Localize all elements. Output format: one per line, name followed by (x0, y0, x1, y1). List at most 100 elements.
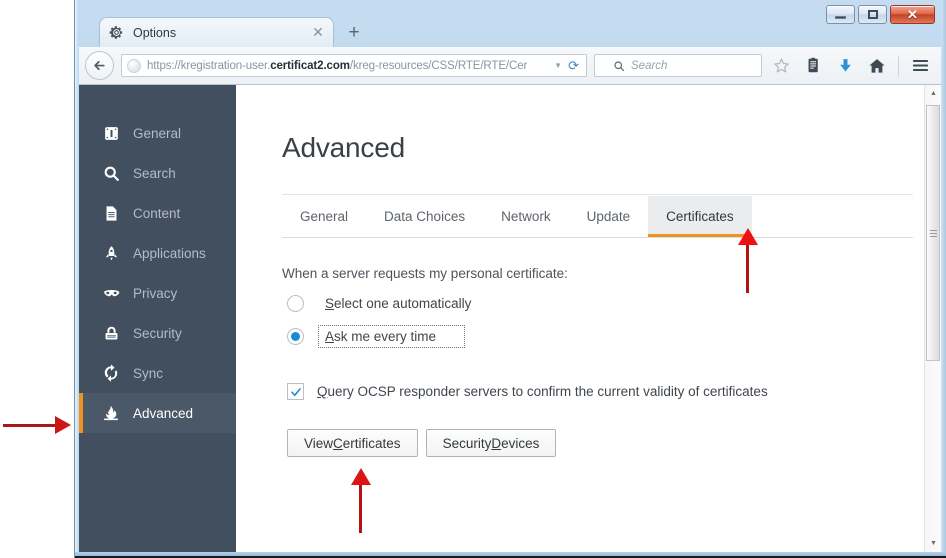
radio-row-select-automatically[interactable]: Select one automatically (282, 293, 941, 314)
scrollbar-thumb[interactable] (926, 105, 940, 361)
radio-row-ask-every-time[interactable]: Ask me every time (282, 325, 941, 348)
tab-title: Options (133, 25, 177, 40)
general-icon (101, 123, 121, 143)
screenshot-root: ✕ Options ✕ + https://kregistration-user… (0, 0, 946, 558)
chevron-down-icon[interactable]: ▼ (554, 61, 562, 70)
options-pane: Advanced General Data Choices Network Up… (236, 85, 941, 552)
search-icon (101, 163, 121, 183)
sidebar-item-privacy[interactable]: Privacy (79, 273, 236, 313)
browser-tab-options[interactable]: Options ✕ (99, 17, 334, 47)
tab-close-icon[interactable]: ✕ (311, 25, 325, 40)
scroll-down-arrow-icon[interactable]: ▼ (925, 535, 941, 552)
accel-key: S (325, 296, 335, 311)
certificate-buttons: View Certificates Security Devices (287, 429, 941, 457)
downloads-icon[interactable] (830, 52, 860, 80)
page-title: Advanced (282, 132, 405, 163)
label-rest: uery OCSP responder servers to confirm t… (327, 384, 768, 399)
checkbox-label-query-ocsp: Query OCSP responder servers to confirm … (317, 384, 768, 399)
sidebar-item-general[interactable]: General (79, 113, 236, 153)
scroll-up-arrow-icon[interactable]: ▲ (925, 85, 941, 102)
sidebar-item-security[interactable]: Security (79, 313, 236, 353)
library-icon[interactable] (798, 52, 828, 80)
accel-key: D (491, 435, 502, 451)
view-certificates-button[interactable]: View Certificates (287, 429, 418, 457)
checkbox-row-ocsp[interactable]: Query OCSP responder servers to confirm … (282, 383, 941, 400)
accel-key: C (333, 435, 343, 451)
sidebar-item-advanced[interactable]: Advanced (79, 393, 236, 433)
annotation-arrow-view-certificates-head (351, 468, 371, 485)
privacy-mask-icon (101, 283, 121, 303)
url-prefix: https://kregistration-user. (147, 59, 271, 72)
label-rest: sk me every time (334, 329, 437, 344)
sidebar-item-label: Applications (133, 245, 206, 261)
sidebar-item-label: Security (133, 325, 182, 341)
sidebar-item-label: Search (133, 165, 176, 181)
content-scrollbar[interactable]: ▲ ▼ (924, 85, 941, 552)
annotation-arrow-advanced-head (55, 416, 71, 434)
label-post: evices (501, 435, 540, 451)
navigation-toolbar: https://kregistration-user.certificat2.c… (79, 47, 941, 85)
security-devices-button[interactable]: Security Devices (425, 429, 557, 457)
search-placeholder: Search (631, 59, 668, 72)
window-frame-bottom (75, 552, 946, 558)
security-lock-icon (101, 323, 121, 343)
label-pre: Security (442, 435, 492, 451)
sidebar-item-label: Advanced (133, 405, 194, 421)
accel-key: A (325, 329, 335, 344)
checkmark-icon (290, 387, 301, 396)
annotation-arrow-certificates-head (738, 228, 758, 245)
sidebar-item-sync[interactable]: Sync (79, 353, 236, 393)
accel-key: Q (317, 384, 328, 399)
site-favicon-icon (127, 58, 141, 73)
url-bar[interactable]: https://kregistration-user.certificat2.c… (121, 54, 587, 77)
pane-tab-bar: General Data Choices Network Update Cert… (282, 194, 913, 238)
tab-data-choices[interactable]: Data Choices (366, 196, 483, 237)
sidebar-item-label: General (133, 125, 182, 141)
annotation-arrow-view-certificates-shaft (359, 483, 362, 533)
scrollbar-grip-icon (929, 228, 937, 239)
bookmark-star-icon[interactable] (766, 52, 796, 80)
new-tab-button[interactable]: + (341, 21, 367, 45)
search-bar[interactable]: Search (594, 54, 762, 77)
certificate-request-prompt: When a server requests my personal certi… (282, 266, 568, 281)
tab-strip: Options ✕ + (79, 17, 941, 47)
url-domain: certificat2.com (270, 59, 350, 72)
menu-hamburger-icon[interactable] (905, 52, 935, 80)
label-rest: elect one automatically (334, 296, 472, 311)
radio-ask-me-every-time[interactable] (287, 328, 304, 345)
label-post: ertificates (342, 435, 401, 451)
back-button[interactable] (85, 51, 114, 80)
checkbox-query-ocsp[interactable] (287, 383, 304, 400)
tab-update[interactable]: Update (569, 196, 649, 237)
radio-select-one-automatically[interactable] (287, 295, 304, 312)
url-suffix: /kreg-resources/CSS/RTE/RTE/Cer (349, 59, 528, 72)
sidebar-item-label: Content (133, 205, 181, 221)
tab-certificates[interactable]: Certificates (648, 196, 752, 237)
sidebar-item-label: Privacy (133, 285, 178, 301)
sidebar-item-search[interactable]: Search (79, 153, 236, 193)
search-icon (614, 60, 625, 71)
back-arrow-icon (94, 60, 105, 71)
annotation-arrow-certificates-shaft (746, 243, 749, 293)
browser-window: ✕ Options ✕ + https://kregistration-user… (74, 0, 946, 558)
advanced-icon (101, 403, 121, 423)
url-text: https://kregistration-user.certificat2.c… (147, 60, 551, 72)
window-frame-right (941, 0, 946, 558)
options-sidebar: General Search Content Applications Priv… (79, 85, 236, 552)
sidebar-item-applications[interactable]: Applications (79, 233, 236, 273)
tab-network[interactable]: Network (483, 196, 569, 237)
options-content: General Search Content Applications Priv… (79, 85, 941, 552)
applications-icon (101, 243, 121, 263)
reload-icon[interactable]: ⟳ (568, 58, 579, 74)
search-icon-wrap (601, 60, 613, 72)
home-icon[interactable] (862, 52, 892, 80)
radio-label-ask-me-every-time: Ask me every time (317, 325, 466, 348)
content-icon (101, 203, 121, 223)
toolbar-divider (898, 55, 899, 76)
annotation-arrow-advanced-shaft (3, 424, 57, 427)
sidebar-item-content[interactable]: Content (79, 193, 236, 233)
toolbar-icons (762, 52, 935, 80)
radio-label-select-one-automatically: Select one automatically (319, 293, 477, 314)
tab-general[interactable]: General (282, 196, 366, 237)
sidebar-item-label: Sync (133, 365, 164, 381)
